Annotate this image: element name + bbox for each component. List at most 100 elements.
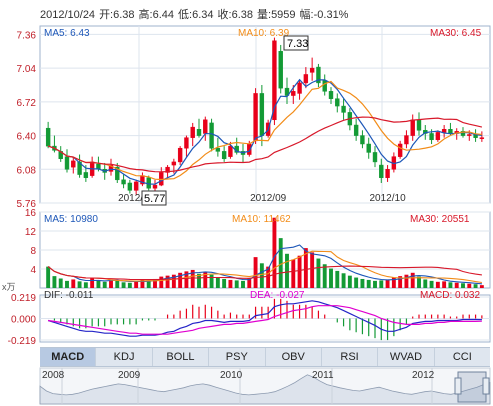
range-handle-left[interactable] (454, 377, 462, 395)
price-y-tick: 6.72 (17, 98, 37, 109)
tab-rsi[interactable]: RSI (322, 348, 379, 366)
volume-bar (341, 273, 346, 288)
volume-bar (209, 274, 214, 288)
volume-bar (435, 281, 440, 288)
tab-kdj[interactable]: KDJ (96, 348, 153, 366)
price-y-tick: 6.08 (17, 165, 37, 176)
tab-cci[interactable]: CCI (435, 348, 490, 366)
volume-bar (379, 280, 384, 288)
overview-panel[interactable]: 2008 2009 2010 2011 2012 (39, 367, 491, 405)
volume-legend-ma10: MA10: 11462 (232, 214, 291, 225)
overview-year-label: 2012 (412, 370, 435, 381)
tab-macd[interactable]: MACD (40, 348, 97, 366)
price-legend-ma5: MA5: 6.43 (44, 28, 90, 39)
volume-bar (159, 276, 164, 288)
volume-bar (291, 259, 296, 288)
volume-bar (228, 279, 233, 288)
max-annotation: 7.33 (287, 38, 308, 50)
volume-bar (52, 276, 57, 288)
volume-bar (467, 283, 472, 288)
volume-bar (77, 281, 82, 288)
price-legend-ma30: MA30: 6.45 (430, 28, 482, 39)
tab-psy[interactable]: PSY (209, 348, 266, 366)
candle (278, 44, 283, 94)
tab-obv[interactable]: OBV (266, 348, 322, 366)
volume-bar (241, 280, 245, 288)
volume-unit: x万 (2, 282, 16, 292)
volume-panel: MA5: 10980 MA10: 11462 MA30: 20551 16 12 8… (2, 208, 491, 292)
volume-bar (385, 279, 390, 288)
price-panel: MA5: 6.43 MA10: 6.39 MA30: 6.45 7.36 7.04… (17, 25, 491, 210)
volume-y-tick: 16 (25, 208, 37, 219)
volume-bar (417, 276, 421, 288)
volume-bar (127, 282, 132, 288)
volume-bar (115, 280, 120, 288)
volume-bar (316, 258, 321, 288)
price-y-tick: 7.36 (17, 30, 37, 41)
macd-legend-dif: DIF: -0.011 (44, 290, 94, 301)
volume-bar (442, 281, 447, 288)
volume-bar (473, 284, 478, 288)
volume-bar (234, 280, 239, 288)
volume-bar (354, 277, 359, 288)
price-x-label: 2012/10 (369, 193, 406, 204)
charts-svg: MA5: 6.43 MA10: 6.39 MA30: 6.45 7.36 7.04… (2, 25, 491, 405)
macd-legend-dea: DEA: -0.027 (250, 290, 305, 301)
volume-y-tick: 12 (25, 227, 37, 238)
overview-year-label: 2009 (118, 370, 141, 381)
volume-bar (360, 278, 365, 288)
volume-bar (222, 278, 227, 288)
macd-y-tick: 0.000 (11, 315, 36, 326)
indicator-tabs: MACD KDJ BOLL PSY OBV RSI WVAD CCI (40, 347, 490, 367)
tab-wvad[interactable]: WVAD (378, 348, 435, 366)
volume-bar (454, 282, 459, 288)
volume-bar (410, 272, 415, 288)
macd-y-tick: -0.219 (8, 336, 37, 347)
price-legend-ma10: MA10: 6.39 (238, 28, 290, 39)
volume-y-tick: 8 (30, 246, 36, 257)
range-handle-right[interactable] (482, 377, 490, 395)
volume-bar (366, 279, 371, 288)
volume-bar (90, 278, 95, 288)
volume-bar (253, 257, 258, 288)
volume-bar (134, 281, 139, 288)
macd-panel: DIF: -0.011 DEA: -0.027 MACD: 0.032 0.21… (8, 290, 491, 347)
candle (209, 118, 214, 152)
macd-y-tick: 0.219 (11, 293, 36, 304)
stock-chart-widget: 2012/10/24 开:6.38 高:6.44 低:6.34 收:6.38 量:5959… (0, 0, 493, 406)
volume-bar (404, 274, 409, 288)
overview-year-label: 2008 (42, 370, 65, 381)
volume-legend-ma5: MA5: 10980 (44, 214, 98, 225)
volume-bar (423, 279, 428, 288)
volume-bar (46, 266, 51, 288)
volume-bar (272, 217, 277, 288)
volume-bar (347, 275, 352, 288)
overview-year-label: 2011 (312, 370, 334, 381)
volume-bar (58, 278, 63, 288)
volume-bar (102, 281, 107, 288)
macd-legend-macd: MACD: 0.032 (420, 290, 480, 301)
volume-bar (96, 280, 101, 288)
volume-bar (83, 282, 88, 288)
volume-bar (373, 280, 377, 288)
volume-legend-ma30: MA30: 20551 (410, 214, 470, 225)
volume-bar (297, 255, 302, 288)
volume-bar (215, 277, 220, 288)
volume-bar (461, 283, 465, 288)
tab-boll[interactable]: BOLL (153, 348, 210, 366)
volume-bar (121, 282, 126, 288)
candle (253, 88, 258, 144)
overview-year-label: 2010 (220, 370, 243, 381)
volume-bar (65, 280, 69, 288)
volume-bar (285, 253, 289, 288)
volume-bar (448, 282, 453, 288)
volume-bar (329, 268, 333, 288)
volume-bar (479, 285, 484, 288)
volume-bar (429, 280, 434, 288)
volume-bar (310, 252, 315, 288)
overview-range-selector[interactable] (457, 371, 487, 403)
volume-bar (335, 270, 340, 288)
volume-bar (71, 279, 76, 288)
price-y-tick: 7.04 (17, 64, 37, 75)
price-x-label: 2012/09 (250, 193, 287, 204)
